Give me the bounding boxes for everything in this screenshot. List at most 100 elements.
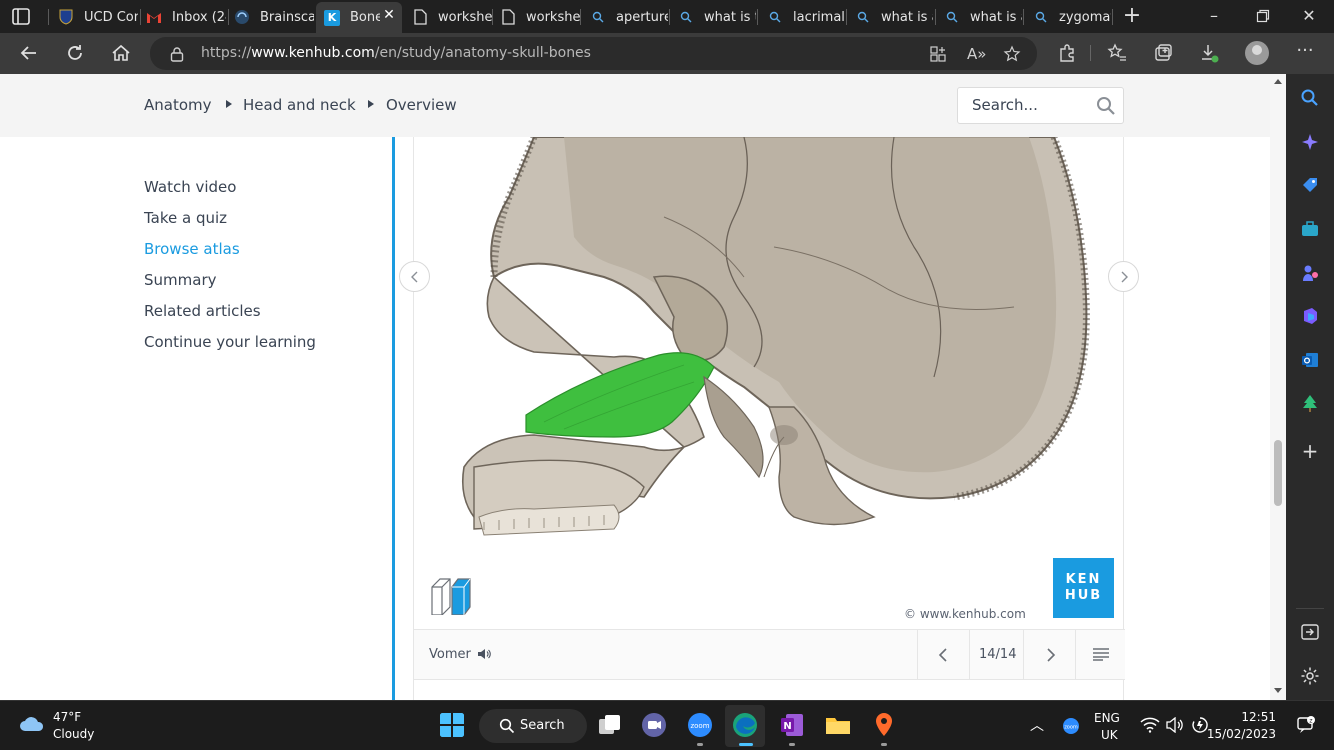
hide-sidebar-icon[interactable] xyxy=(1300,622,1320,642)
restore-icon[interactable] xyxy=(1255,8,1271,24)
site-search[interactable] xyxy=(957,87,1124,124)
extensions-icon[interactable] xyxy=(1057,43,1077,63)
next-image-button[interactable] xyxy=(1108,261,1139,292)
teams-chat-icon[interactable] xyxy=(640,711,668,739)
drop-tree-icon[interactable] xyxy=(1300,393,1320,413)
minimize-icon[interactable]: – xyxy=(1206,8,1222,24)
file-explorer-icon[interactable] xyxy=(824,711,852,739)
copilot-sparkle-icon[interactable] xyxy=(1300,132,1320,152)
tab-brainscape[interactable]: Brainscap xyxy=(226,4,314,30)
3d-view-icon[interactable] xyxy=(430,577,476,615)
breadcrumb-anatomy[interactable]: Anatomy xyxy=(144,96,212,114)
outlook-icon[interactable] xyxy=(1300,350,1320,370)
search-icon[interactable] xyxy=(1300,88,1320,108)
edge-browser-icon[interactable] xyxy=(731,711,759,739)
close-window-icon[interactable]: ✕ xyxy=(1301,8,1317,24)
zoom-app-icon[interactable]: zoom xyxy=(686,711,714,739)
collections-icon[interactable] xyxy=(1153,43,1173,63)
tab-search-lacrimal[interactable]: lacrimal xyxy=(759,4,845,30)
breadcrumb-arrow-icon xyxy=(226,100,232,108)
tab-search-what-is-a-1[interactable]: what is a xyxy=(847,4,933,30)
next-slide-button[interactable] xyxy=(1023,630,1075,679)
chevron-left-icon xyxy=(938,648,947,662)
pronunciation-audio-icon[interactable] xyxy=(477,647,491,661)
language-line-1[interactable]: ENG xyxy=(1094,711,1120,725)
gmail-icon xyxy=(146,9,162,25)
tab-worksheet-1[interactable]: workshe xyxy=(404,4,492,30)
weather-temperature[interactable]: 47°F xyxy=(53,710,81,724)
sidebar-settings-gear-icon[interactable] xyxy=(1300,666,1320,686)
read-aloud-icon[interactable]: A» xyxy=(967,45,986,63)
nav-continue-learning[interactable]: Continue your learning xyxy=(144,333,316,351)
site-search-input[interactable] xyxy=(972,96,1092,114)
weather-description[interactable]: Cloudy xyxy=(53,727,94,741)
clock-date[interactable]: 15/02/2023 xyxy=(1207,727,1276,741)
document-icon xyxy=(500,9,516,25)
nav-browse-atlas[interactable]: Browse atlas xyxy=(144,240,240,258)
search-icon xyxy=(1033,9,1049,25)
atlas-caption-bar: Vomer 14/14 xyxy=(414,629,1125,680)
refresh-icon[interactable] xyxy=(64,42,86,64)
microsoft-365-icon[interactable] xyxy=(1300,306,1320,326)
volume-icon[interactable] xyxy=(1166,717,1184,733)
new-tab-icon[interactable]: + xyxy=(1122,5,1142,27)
add-sidebar-app-icon[interactable]: + xyxy=(1300,441,1320,461)
task-view-icon[interactable] xyxy=(596,711,624,739)
breadcrumb-head-and-neck[interactable]: Head and neck xyxy=(243,96,356,114)
breadcrumb-overview[interactable]: Overview xyxy=(386,96,457,114)
lock-icon[interactable] xyxy=(170,46,184,62)
more-options-icon[interactable]: ··· xyxy=(1295,41,1315,61)
tools-briefcase-icon[interactable] xyxy=(1300,219,1320,239)
omnibox[interactable]: https://www.kenhub.com/en/study/anatomy-… xyxy=(150,37,1037,70)
profile-avatar[interactable] xyxy=(1245,41,1269,65)
list-view-button[interactable] xyxy=(1075,630,1125,679)
show-hidden-icons[interactable]: ︿ xyxy=(1030,715,1044,735)
tab-kenhub-active[interactable]: K Bone ✕ xyxy=(316,2,402,33)
zoom-tray-icon[interactable]: zoom xyxy=(1062,717,1080,735)
svg-text:N: N xyxy=(783,721,791,732)
onenote-icon[interactable]: N xyxy=(778,711,806,739)
prev-image-button[interactable] xyxy=(399,261,430,292)
list-icon xyxy=(1093,648,1109,661)
windows-start-icon[interactable] xyxy=(439,712,465,738)
back-icon[interactable] xyxy=(18,42,40,64)
scroll-down-icon[interactable] xyxy=(1274,688,1282,693)
search-icon[interactable] xyxy=(1096,96,1116,116)
tab-actions-icon[interactable] xyxy=(10,6,34,28)
scroll-up-icon[interactable] xyxy=(1274,79,1282,84)
tab-search-aperture[interactable]: aperture xyxy=(582,4,668,30)
nav-summary[interactable]: Summary xyxy=(144,271,217,289)
nav-take-a-quiz[interactable]: Take a quiz xyxy=(144,209,227,227)
favorites-icon[interactable] xyxy=(1107,43,1127,63)
tab-title: what is a xyxy=(970,9,1022,25)
maps-pin-icon[interactable] xyxy=(870,711,898,739)
cloudy-weather-icon[interactable] xyxy=(18,713,46,735)
tab-search-what-is-a-2[interactable]: what is a xyxy=(936,4,1022,30)
page-scrollbar[interactable] xyxy=(1270,74,1286,700)
url-text[interactable]: https://www.kenhub.com/en/study/anatomy-… xyxy=(201,45,591,61)
tab-title: Brainscap xyxy=(260,9,314,25)
taskbar-search[interactable]: Search xyxy=(479,709,587,743)
language-line-2[interactable]: UK xyxy=(1101,728,1118,742)
notifications-icon[interactable]: z xyxy=(1296,715,1316,735)
tab-ucd[interactable]: UCD Con xyxy=(50,4,138,30)
skull-illustration[interactable] xyxy=(414,137,1125,629)
clock-time[interactable]: 12:51 xyxy=(1241,710,1276,724)
shopping-tag-icon[interactable] xyxy=(1300,175,1320,195)
tab-search-what-is-t[interactable]: what is t xyxy=(670,4,756,30)
games-icon[interactable] xyxy=(1300,263,1320,283)
close-tab-icon[interactable]: ✕ xyxy=(382,8,396,22)
add-favorite-icon[interactable] xyxy=(1003,45,1021,63)
home-icon[interactable] xyxy=(110,42,132,64)
downloads-icon[interactable] xyxy=(1199,43,1219,63)
tab-gmail[interactable]: Inbox (24 xyxy=(138,4,226,30)
nav-related-articles[interactable]: Related articles xyxy=(144,302,261,320)
tab-search-zygomat[interactable]: zygomat xyxy=(1025,4,1111,30)
scroll-thumb[interactable] xyxy=(1274,440,1282,506)
url-path: /en/study/anatomy-skull-bones xyxy=(374,45,591,61)
tab-worksheet-2[interactable]: workshe xyxy=(492,4,580,30)
prev-slide-button[interactable] xyxy=(917,630,969,679)
wifi-icon[interactable] xyxy=(1140,717,1160,733)
app-available-icon[interactable] xyxy=(929,45,947,63)
nav-watch-video[interactable]: Watch video xyxy=(144,178,236,196)
